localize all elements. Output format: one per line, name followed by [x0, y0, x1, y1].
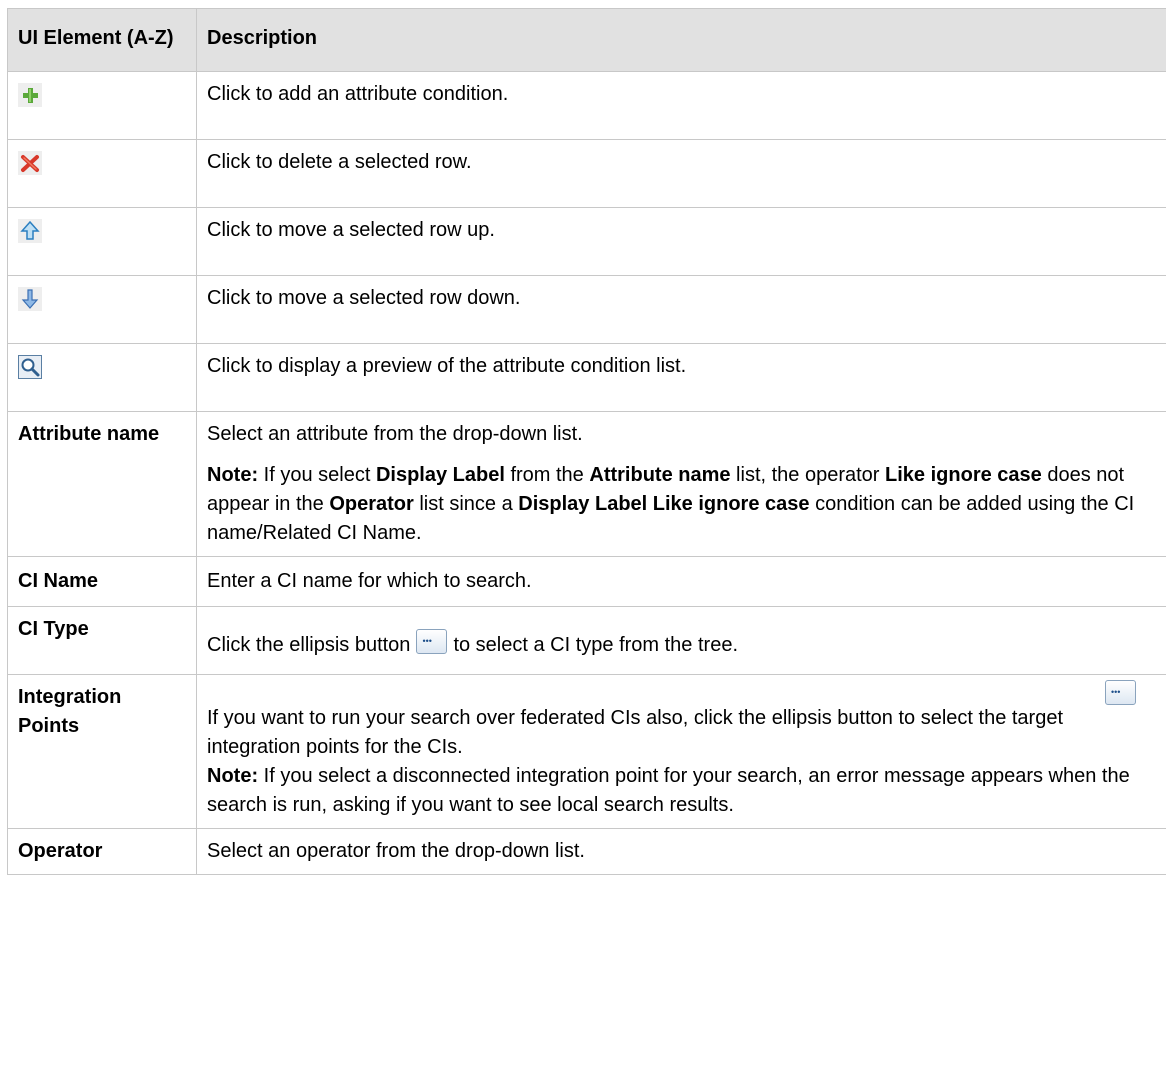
table-row: Integration Points If you want to run yo…: [7, 674, 1166, 829]
description-text: Select an attribute from the drop-down l…: [207, 423, 583, 445]
column-header-ui-element: UI Element (A-Z): [7, 8, 197, 72]
description-text: to select a CI type from the tree.: [453, 634, 739, 656]
table-row: Click to move a selected row up.: [7, 207, 1166, 276]
description-cell: Click to delete a selected row.: [196, 139, 1166, 208]
description-cell: Select an attribute from the drop-down l…: [196, 411, 1166, 557]
note-bold-fragment: Display Label Like ignore case: [518, 493, 810, 515]
element-cell: [7, 71, 197, 140]
table-row: Click to move a selected row down.: [7, 275, 1166, 344]
note-bold-fragment: Like ignore case: [885, 464, 1042, 486]
description-cell: Click the ellipsis button to select a CI …: [196, 606, 1166, 675]
ui-elements-table: UI Element (A-Z) Description Click to ad…: [7, 8, 1166, 875]
description-cell: Click to display a preview of the attrib…: [196, 343, 1166, 412]
note-bold-fragment: Attribute name: [589, 464, 731, 486]
note-text: Note: If you select Display Label from t…: [207, 461, 1156, 548]
preview-icon: [18, 355, 42, 379]
delete-icon: [18, 151, 42, 175]
element-cell: [7, 207, 197, 276]
move-up-icon: [18, 219, 42, 243]
description-fragment: If you want to run your search over fede…: [207, 707, 893, 729]
note-bold-fragment: Display Label: [375, 464, 505, 486]
description-cell: Enter a CI name for which to search.: [196, 556, 1166, 607]
description-text: Click the ellipsis button: [207, 634, 411, 656]
note-label: Note:: [207, 765, 259, 787]
element-cell: [7, 343, 197, 412]
element-cell: [7, 139, 197, 208]
element-cell: CI Type: [7, 606, 197, 675]
table-row: Click to delete a selected row.: [7, 139, 1166, 208]
element-cell: Attribute name: [7, 411, 197, 557]
description-cell: Select an operator from the drop-down li…: [196, 828, 1166, 875]
element-cell: [7, 275, 197, 344]
note-fragment: If you select a disconnected integration…: [207, 765, 1130, 816]
note-text: Note: If you select a disconnected integ…: [207, 762, 1156, 820]
element-cell: Integration Points: [7, 674, 197, 829]
table-row: CI Type Click the ellipsis button to sele…: [7, 606, 1166, 675]
element-cell: Operator: [7, 828, 197, 875]
move-down-icon: [18, 287, 42, 311]
note-label: Note:: [207, 464, 259, 486]
description-text: If you want to run your search over fede…: [207, 704, 1156, 762]
table-row: Click to display a preview of the attrib…: [7, 343, 1166, 412]
note-fragment: from the: [504, 464, 590, 486]
description-cell: If you want to run your search over fede…: [196, 674, 1166, 829]
note-fragment: If you select: [258, 464, 376, 486]
note-bold-fragment: Operator: [329, 493, 414, 515]
description-cell: Click to move a selected row down.: [196, 275, 1166, 344]
element-cell: CI Name: [7, 556, 197, 607]
table-row: CI Name Enter a CI name for which to sea…: [7, 556, 1166, 607]
description-cell: Click to add an attribute condition.: [196, 71, 1166, 140]
description-wrapper: If you want to run your search over fede…: [207, 680, 1156, 820]
table-header-row: UI Element (A-Z) Description: [7, 8, 1166, 72]
ellipsis-button-icon: [416, 629, 448, 654]
note-fragment: list, the operator: [730, 464, 886, 486]
table-row: Click to add an attribute condition.: [7, 71, 1166, 140]
add-icon: [18, 83, 42, 107]
note-fragment: list since a: [413, 493, 519, 515]
ellipsis-button-icon: [1105, 680, 1136, 705]
column-header-description: Description: [196, 8, 1166, 72]
table-row: Attribute name Select an attribute from …: [7, 411, 1166, 557]
table-row: Operator Select an operator from the dro…: [7, 828, 1166, 875]
description-cell: Click to move a selected row up.: [196, 207, 1166, 276]
